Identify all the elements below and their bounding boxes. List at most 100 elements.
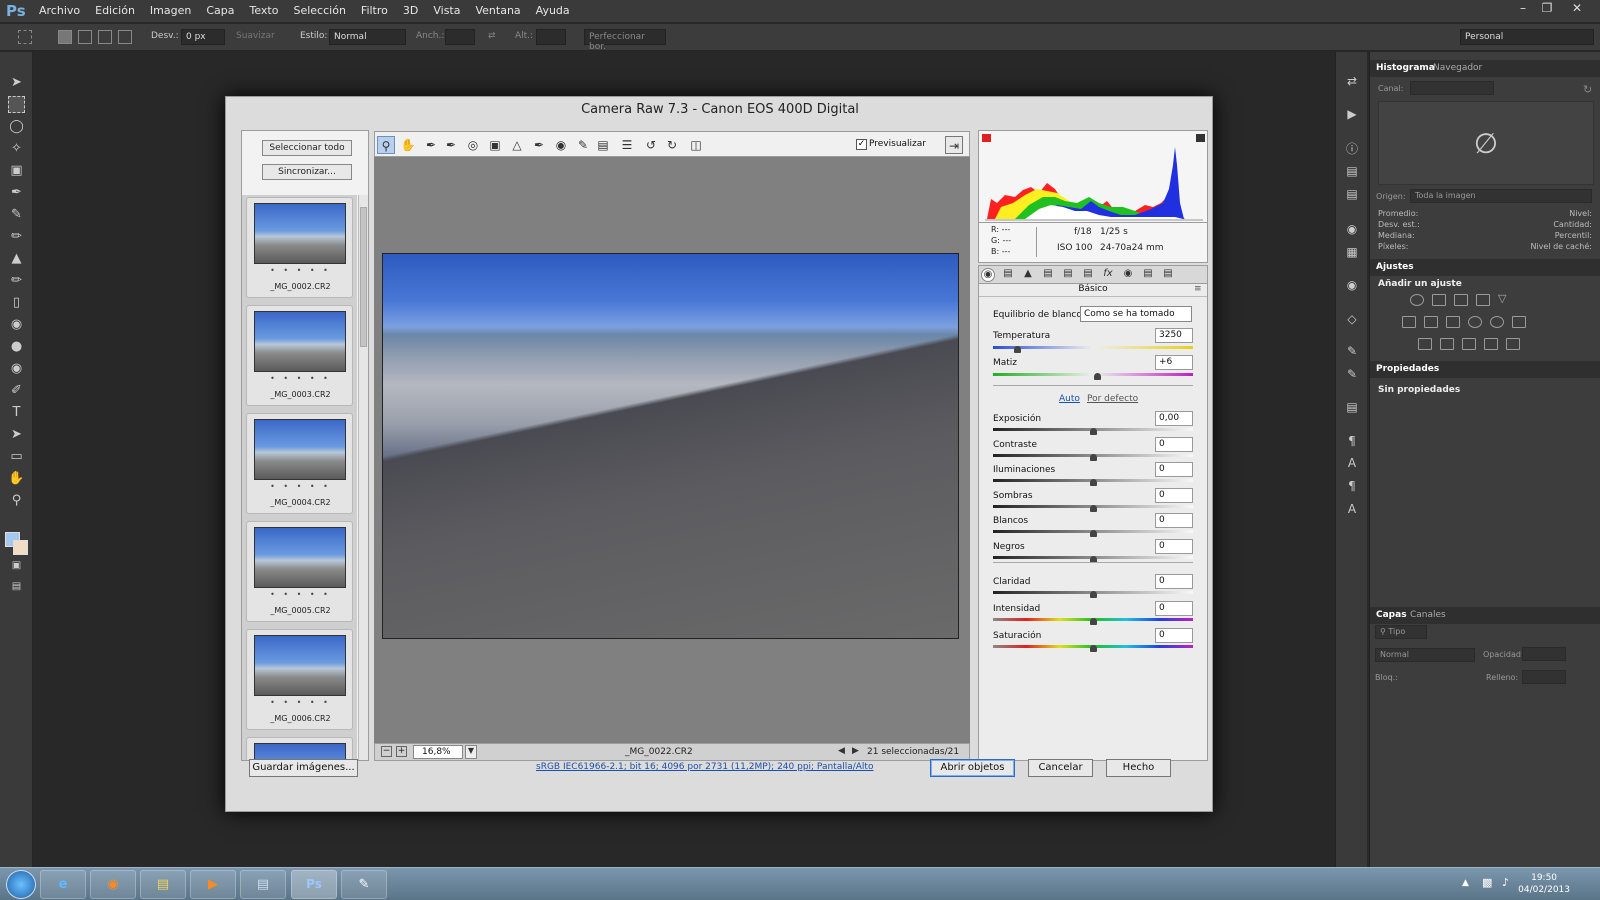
red-eye-icon[interactable]: ◉: [552, 136, 570, 154]
black-white-icon[interactable]: [1446, 316, 1460, 328]
tab-split-toning-icon[interactable]: ▤: [1061, 268, 1075, 282]
cancel-button[interactable]: Cancelar: [1028, 759, 1093, 777]
menu-archivo[interactable]: Archivo: [39, 4, 80, 17]
graduated-filter-icon[interactable]: ▤: [594, 136, 612, 154]
magic-wand-icon[interactable]: ✧: [8, 140, 25, 157]
slider-track[interactable]: [993, 530, 1193, 537]
paragraph-icon[interactable]: ¶: [1344, 434, 1360, 450]
brightness-icon[interactable]: [1410, 294, 1424, 306]
zoom-tool-icon[interactable]: ⚲: [8, 492, 25, 509]
tab-detail-icon[interactable]: ▲: [1021, 268, 1035, 282]
save-images-button[interactable]: Guardar imágenes...: [249, 759, 358, 777]
highlight-clipping-icon[interactable]: [1196, 134, 1205, 142]
done-button[interactable]: Hecho: [1106, 759, 1171, 777]
invert-icon[interactable]: [1418, 338, 1432, 350]
slider-thumb[interactable]: [1090, 618, 1097, 625]
crop-tool-icon[interactable]: ▣: [486, 136, 504, 154]
shape-tool-icon[interactable]: ▭: [8, 448, 25, 465]
type-tool-icon[interactable]: T: [8, 404, 25, 421]
slider-thumb[interactable]: [1090, 504, 1097, 512]
ie-icon[interactable]: e: [40, 870, 86, 899]
slider-track[interactable]: [993, 555, 1193, 563]
eraser-icon[interactable]: ▯: [8, 294, 25, 311]
new-selection-icon[interactable]: [58, 30, 72, 44]
height-input[interactable]: [536, 29, 566, 45]
tool-presets-icon[interactable]: ✎: [1344, 367, 1360, 383]
tint-thumb[interactable]: [1094, 373, 1101, 380]
zoom-out-icon[interactable]: −: [381, 746, 392, 757]
slider-thumb[interactable]: [1090, 591, 1097, 598]
width-input[interactable]: [445, 29, 475, 45]
eyedropper-icon[interactable]: ✒: [8, 184, 25, 201]
slider-value-input[interactable]: 0: [1155, 462, 1193, 477]
slider-thumb[interactable]: [1090, 479, 1097, 486]
media-player-icon[interactable]: ▶: [190, 870, 236, 899]
refresh-icon[interactable]: ↻: [1583, 83, 1592, 96]
menu-edicion[interactable]: Edición: [95, 4, 135, 17]
slider-track[interactable]: [993, 479, 1193, 486]
posterize-icon[interactable]: [1440, 338, 1454, 350]
open-objects-button[interactable]: Abrir objetos: [930, 759, 1015, 777]
tab-snapshots-icon[interactable]: ▤: [1161, 268, 1175, 282]
slider-value-input[interactable]: 0: [1155, 487, 1193, 503]
hue-saturation-icon[interactable]: [1402, 316, 1416, 328]
add-selection-icon[interactable]: [78, 30, 92, 44]
next-image-icon[interactable]: ▶: [852, 746, 859, 756]
workspace-select[interactable]: Personal: [1460, 29, 1594, 45]
fill-input[interactable]: [1522, 670, 1566, 684]
slider-value-input[interactable]: 0: [1155, 436, 1193, 452]
rating-dots[interactable]: • • • • •: [247, 590, 354, 599]
thumbnail-item[interactable]: • • • • • _MG_0004.CR2: [246, 413, 353, 514]
slider-value-input[interactable]: 0: [1155, 601, 1193, 616]
rating-dots[interactable]: • • • • •: [247, 266, 354, 275]
temperature-slider[interactable]: [993, 346, 1193, 353]
tab-lens-icon[interactable]: ▤: [1081, 268, 1095, 282]
start-button[interactable]: [6, 870, 36, 899]
shadow-clipping-icon[interactable]: [982, 134, 991, 142]
tab-curve-icon[interactable]: ▤: [1001, 268, 1015, 282]
slider-track[interactable]: [993, 504, 1193, 512]
source-select[interactable]: Toda la imagen: [1410, 189, 1592, 203]
minimize-icon[interactable]: –: [1512, 1, 1534, 17]
slider-value-input[interactable]: 0: [1155, 628, 1193, 643]
character-styles-icon[interactable]: A: [1344, 502, 1360, 518]
curves-icon[interactable]: [1454, 294, 1468, 306]
style-select[interactable]: Normal: [329, 29, 406, 45]
menu-3d[interactable]: 3D: [403, 4, 418, 17]
tab-histogram[interactable]: Histograma: [1376, 63, 1435, 73]
actions-icon[interactable]: ▶: [1344, 107, 1360, 123]
slider-thumb[interactable]: [1090, 453, 1097, 461]
spot-removal-icon[interactable]: ✒: [530, 136, 548, 154]
rotate-right-icon[interactable]: ↻: [663, 136, 681, 154]
prev-image-icon[interactable]: ◀: [838, 746, 845, 756]
rating-dots[interactable]: • • • • •: [247, 482, 354, 491]
selective-color-icon[interactable]: [1506, 338, 1520, 350]
tab-canales[interactable]: Canales: [1410, 610, 1446, 620]
quick-mask-icon[interactable]: ▣: [8, 557, 25, 574]
chevron-down-icon[interactable]: ▼: [465, 745, 477, 759]
layer-filter-select[interactable]: ⚲ Tipo: [1375, 625, 1427, 639]
vibrance-icon[interactable]: ▽: [1498, 293, 1512, 306]
menu-filtro[interactable]: Filtro: [361, 4, 388, 17]
color-lookup-icon[interactable]: [1512, 316, 1526, 328]
preview-photo[interactable]: [382, 253, 959, 639]
path-select-icon[interactable]: ➤: [8, 426, 25, 443]
lasso-icon[interactable]: ◯: [8, 118, 25, 135]
screen-mode-icon[interactable]: ▤: [8, 578, 25, 595]
tab-capas[interactable]: Capas: [1376, 610, 1407, 620]
tint-slider[interactable]: [993, 373, 1193, 380]
tab-presets-icon[interactable]: ▤: [1141, 268, 1155, 282]
tab-ajustes[interactable]: Ajustes: [1376, 262, 1414, 272]
targeted-adjustment-icon[interactable]: ◎: [464, 136, 482, 154]
color-icon[interactable]: ◉: [1344, 222, 1360, 238]
slider-thumb[interactable]: [1090, 530, 1097, 537]
straighten-icon[interactable]: △: [508, 136, 526, 154]
slider-value-input[interactable]: 0: [1155, 538, 1193, 554]
filmstrip-scrollbar[interactable]: [358, 195, 368, 760]
levels-icon[interactable]: [1432, 294, 1446, 306]
synchronize-button[interactable]: Sincronizar...: [262, 164, 352, 180]
thumbnail-item[interactable]: • • • • • _MG_0006.CR2: [246, 629, 353, 730]
marquee-icon[interactable]: [8, 96, 25, 113]
thumbnail-item[interactable]: • • • • • _MG_0003.CR2: [246, 305, 353, 406]
white-balance-icon[interactable]: ✒: [422, 136, 440, 154]
